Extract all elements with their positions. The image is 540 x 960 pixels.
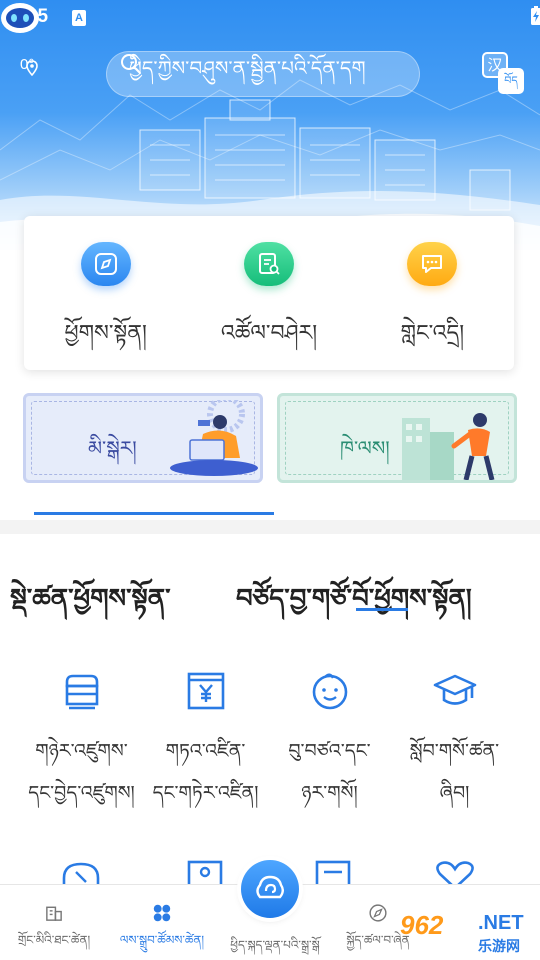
- cloud-swirl-icon: [256, 875, 284, 899]
- quick-item-label: གླེང་འདྲི།: [400, 321, 465, 346]
- four-dots-icon: [153, 904, 171, 922]
- header-banner: 2:35 A 0° ཕྱིད་ཀྱིས་བཤུས་ན་སྦྱིན་པའི་དོན…: [0, 0, 540, 250]
- service-item-education[interactable]: སློབ་གསོ་ཚན་ ཞིབ།: [387, 668, 522, 814]
- banner-label: ཁེ་ལས།: [340, 436, 390, 460]
- quick-item-search[interactable]: འཚོལ་བཤེར།: [187, 216, 350, 370]
- active-tab-underline: [356, 608, 408, 611]
- service-item-business-registration[interactable]: གཉེར་འཛུགས་ དང་བྱེད་འཛུགས།: [14, 668, 149, 814]
- app-screen: 2:35 A 0° ཕྱིད་ཀྱིས་བཤུས་ན་སྦྱིན་པའི་དོན…: [0, 0, 540, 960]
- battery-icon: [531, 6, 540, 25]
- palace-illustration: [0, 79, 540, 250]
- section-divider: [0, 520, 540, 534]
- section-tabs: སྡེ་ཚན་ཕྱོགས་སྟོན་ བཙོད་བྱ་གཙོ་བོ་ཕྱོགས་…: [0, 560, 540, 620]
- app-notification-icon: A: [72, 10, 86, 26]
- service-label: གཉེར་འཛུགས་ དང་བྱེད་འཛུགས།: [28, 740, 135, 804]
- document-search-icon: [243, 242, 294, 286]
- location-pin-icon: [26, 60, 38, 76]
- search-icon: [121, 54, 141, 74]
- service-item-childbirth[interactable]: བུ་བཙའ་དང་ ཉར་གསོ།: [262, 668, 397, 814]
- voice-assistant-button[interactable]: [241, 860, 299, 918]
- watermark-logo: 962: [400, 910, 444, 940]
- graduation-cap-icon: [433, 674, 476, 705]
- service-label: གཏའ་འཛིན་ དང་གཏེར་འཛིན།: [152, 740, 259, 804]
- site-watermark: 962 .NET 乐游网: [400, 910, 536, 956]
- quick-item-navigation[interactable]: ཕྱོགས་སྟོན།: [24, 216, 187, 370]
- baby-face-icon: [312, 673, 347, 710]
- building-icon: [46, 906, 62, 921]
- chat-bubble-icon: [407, 242, 458, 286]
- watermark-net: .NET: [478, 912, 524, 934]
- service-item-mortgage[interactable]: གཏའ་འཛིན་ དང་གཏེར་འཛིན།: [138, 668, 273, 814]
- compass-icon: [369, 904, 387, 922]
- status-bar: 2:35 A: [0, 0, 540, 36]
- translate-button[interactable]: 汉 བོད: [480, 50, 526, 96]
- business-person-illustration: [402, 413, 495, 480]
- personal-services-banner[interactable]: མི་སྒེར།: [23, 393, 263, 483]
- person-laptop-illustration: [170, 400, 258, 476]
- compass-icon: [80, 242, 131, 286]
- watermark-subtitle: 乐游网: [478, 939, 520, 955]
- service-label: སློབ་གསོ་ཚན་ ཞིབ།: [409, 740, 500, 804]
- quick-item-label: འཚོལ་བཤེར།: [220, 321, 318, 346]
- nav-label: གྲོང་མིའི་ཐང་ཚེན།: [17, 933, 91, 947]
- voice-assistant-label: ཕྱིད་སྐད་ལྡན་པའི་སྒྲ་སྒོ: [230, 938, 320, 952]
- search-bar[interactable]: ཕྱིད་ཀྱིས་བཤུས་ན་སྦྱིན་པའི་དོན་དག: [106, 51, 420, 97]
- business-services-banner[interactable]: ཁེ་ལས།: [277, 393, 517, 483]
- quick-item-consult[interactable]: གླེང་འདྲི།: [351, 216, 514, 370]
- service-label: བུ་བཙའ་དང་ ཉར་གསོ།: [288, 740, 371, 804]
- yuan-document-icon: [187, 672, 224, 710]
- banner-label: མི་སྒེར།: [88, 436, 137, 460]
- banner-tab-indicator: [34, 512, 274, 515]
- robot-assistant-icon[interactable]: [0, 0, 40, 34]
- quick-access-card: ཕྱོགས་སྟོན། འཚོལ་བཤེར། གླེང་འདྲི།: [24, 216, 514, 370]
- storefront-icon: [65, 674, 98, 710]
- tab-topic-guide[interactable]: བཙོད་བྱ་གཙོ་བོ་ཕྱོགས་སྟོན།: [236, 570, 472, 643]
- weather-widget[interactable]: 0°: [20, 56, 38, 76]
- search-placeholder: ཕྱིད་ཀྱིས་བཤུས་ན་སྦྱིན་པའི་དོན་དག: [129, 56, 366, 80]
- tab-department-guide[interactable]: སྡེ་ཚན་ཕྱོགས་སྟོན་: [10, 570, 171, 643]
- translate-tibetan-label: བོད: [498, 68, 524, 94]
- quick-item-label: ཕྱོགས་སྟོན།: [64, 321, 147, 346]
- nav-item-city-hall[interactable]: གྲོང་མིའི་ཐང་ཚེན།: [0, 885, 108, 960]
